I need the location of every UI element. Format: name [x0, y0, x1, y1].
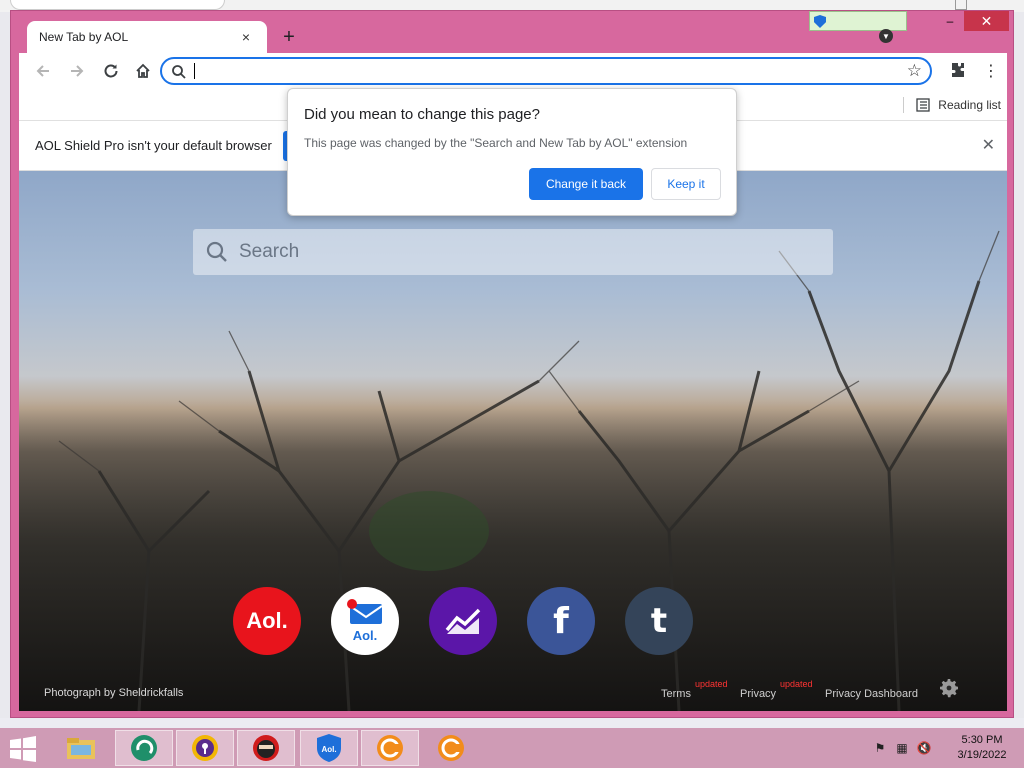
privacy-link[interactable]: Privacy	[740, 688, 776, 700]
green-app-icon	[131, 735, 157, 761]
terms-updated-badge: updated	[695, 679, 728, 689]
shortcut-tiles: Aol. Aol. f t	[233, 587, 713, 655]
svg-text:Aol.: Aol.	[321, 745, 336, 754]
taskbar: Aol. ⚑ ▦ 🔇 5:30 PM 3/19/2022	[0, 728, 1024, 768]
change-it-back-button[interactable]: Change it back	[529, 168, 643, 200]
newtab-search-box[interactable]: Search	[193, 229, 833, 275]
address-bar[interactable]: ☆	[160, 57, 932, 85]
mail-icon: Aol.	[347, 599, 383, 643]
desktop-background-bottom	[0, 718, 1024, 728]
tab-close-button[interactable]: ×	[237, 28, 255, 46]
orange-c-icon	[438, 735, 464, 761]
network-icon[interactable]: ▦	[894, 740, 910, 756]
title-bar[interactable]: New Tab by AOL × + ▼ – ✕	[11, 11, 1013, 53]
system-clock[interactable]: 5:30 PM 3/19/2022	[952, 733, 1012, 763]
privacy-updated-badge: updated	[780, 679, 813, 689]
dialog-title: Did you mean to change this page?	[304, 106, 540, 123]
star-icon[interactable]: ☆	[907, 61, 922, 81]
clock-date: 3/19/2022	[957, 749, 1007, 761]
mail-label: Aol.	[353, 628, 378, 643]
ninja-app-icon	[253, 735, 279, 761]
background-window-peek	[10, 0, 225, 10]
taskbar-app-key[interactable]	[176, 730, 234, 766]
menu-icon[interactable]: ⋮	[981, 59, 1001, 83]
windows-start-icon[interactable]	[8, 736, 38, 762]
text-caret	[194, 63, 195, 79]
background-window-peek-2	[955, 0, 967, 10]
reading-list-label: Reading list	[938, 98, 1001, 112]
infobar-message: AOL Shield Pro isn't your default browse…	[35, 138, 272, 153]
privacy-dashboard-link[interactable]: Privacy Dashboard	[825, 688, 918, 700]
dialog-body: This page was changed by the "Search and…	[304, 136, 688, 150]
maximize-button[interactable]	[937, 11, 963, 31]
keep-it-button[interactable]: Keep it	[651, 168, 721, 200]
search-icon	[206, 241, 227, 262]
shortcut-aol[interactable]: Aol.	[233, 587, 301, 655]
new-tab-button[interactable]: +	[277, 25, 301, 49]
system-tray: ⚑ ▦ 🔇	[872, 740, 932, 756]
folder-icon	[67, 738, 95, 759]
shortcut-tumblr[interactable]: t	[625, 587, 693, 655]
taskbar-app-orange-1[interactable]	[361, 730, 419, 766]
address-input[interactable]	[194, 62, 874, 80]
aol-shield-badge	[809, 11, 907, 31]
orange-c-icon	[377, 735, 403, 761]
shortcut-aol-mail[interactable]: Aol.	[331, 587, 399, 655]
extension-change-dialog: Did you mean to change this page? This p…	[287, 88, 737, 216]
reading-list-button[interactable]: Reading list	[903, 97, 1001, 113]
key-app-icon	[192, 735, 218, 761]
volume-muted-icon[interactable]: 🔇	[916, 740, 932, 756]
action-center-flag-icon[interactable]: ⚑	[872, 740, 888, 756]
shortcut-finance[interactable]	[429, 587, 497, 655]
footer-links: Terms updated Privacy updated Privacy Da…	[651, 679, 951, 703]
profile-dropdown-icon[interactable]: ▼	[879, 29, 893, 43]
search-icon	[172, 65, 186, 79]
search-placeholder: Search	[239, 241, 300, 262]
new-tab-page: Search Aol. Aol. f t Photograph by Sheld…	[19, 171, 1007, 711]
reload-icon[interactable]	[99, 59, 123, 83]
taskbar-app-orange-2[interactable]	[422, 730, 480, 766]
home-icon[interactable]	[131, 59, 155, 83]
window-close-button[interactable]: ✕	[964, 11, 1009, 31]
taskbar-app-ninja[interactable]	[237, 730, 295, 766]
tab-new-tab[interactable]: New Tab by AOL ×	[27, 21, 267, 53]
back-icon[interactable]	[31, 59, 55, 83]
forward-icon[interactable]	[65, 59, 89, 83]
browser-toolbar: ☆ ⋮	[19, 53, 1007, 89]
separator	[903, 97, 905, 113]
reading-list-icon	[916, 98, 930, 112]
extensions-icon[interactable]	[946, 59, 970, 83]
aol-shield-icon: Aol.	[317, 734, 341, 762]
taskbar-file-explorer[interactable]	[52, 730, 110, 766]
tab-title: New Tab by AOL	[39, 30, 129, 44]
photo-credit[interactable]: Photograph by Sheldrickfalls	[44, 687, 183, 699]
infobar-close-button[interactable]: ✕	[982, 135, 995, 155]
taskbar-app-green[interactable]	[115, 730, 173, 766]
aol-shield-icon	[814, 15, 826, 28]
shortcut-facebook[interactable]: f	[527, 587, 595, 655]
gear-icon[interactable]	[937, 676, 961, 700]
taskbar-aol-shield[interactable]: Aol.	[300, 730, 358, 766]
finance-chart-icon	[445, 608, 481, 634]
clock-time: 5:30 PM	[961, 734, 1003, 746]
terms-link[interactable]: Terms	[661, 688, 691, 700]
